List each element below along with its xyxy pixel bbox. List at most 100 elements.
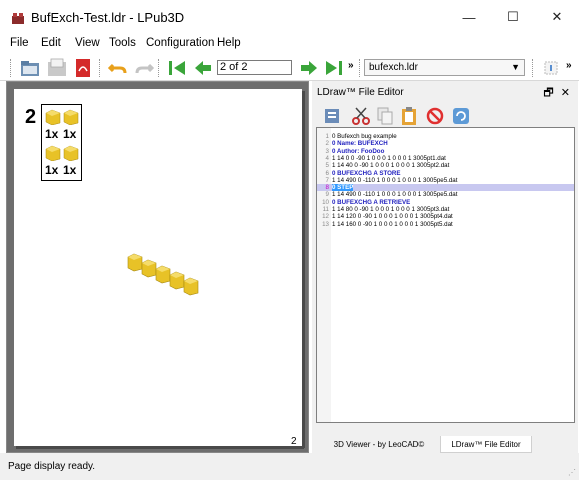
editor-line[interactable]: 10 0 BUFEXCHG A RETRIEVE <box>317 199 574 206</box>
copy-icon[interactable] <box>375 106 395 126</box>
instruction-page: 2 1x 1x 1x 1x 2 <box>14 89 302 447</box>
refresh-icon[interactable] <box>451 106 471 126</box>
line-number: 6 <box>325 169 329 177</box>
page-number-input[interactable]: 2 of 2 <box>217 60 292 75</box>
page-shadow <box>16 446 304 449</box>
menu-tools[interactable]: Tools <box>109 37 136 49</box>
line-number: 5 <box>325 162 329 170</box>
line-number: 13 <box>322 220 329 228</box>
line-text: 0 Bufexch bug example <box>332 133 397 140</box>
parts-list-box[interactable]: 1x 1x 1x 1x <box>41 104 82 181</box>
editor-toolbar <box>312 103 578 129</box>
part-quantity: 1x <box>63 163 77 177</box>
line-text: 1 14 490 0 -110 1 0 0 0 1 0 0 0 1 3005pe… <box>332 176 458 184</box>
first-page-icon[interactable] <box>166 57 188 79</box>
close-dock-icon[interactable]: ✕ <box>561 87 570 99</box>
resize-grip-icon[interactable]: ⋰ <box>568 468 576 477</box>
line-text: 0 BUFEXCHG A STORE <box>332 169 401 177</box>
line-text: 1 14 120 0 -90 1 0 0 0 1 0 0 0 1 3005pt4… <box>332 213 453 221</box>
selected-text: 0 STEP <box>332 184 354 192</box>
delete-icon[interactable] <box>425 106 445 126</box>
line-text: 1 14 160 0 -90 1 0 0 0 1 0 0 0 1 3005pt5… <box>332 220 453 228</box>
menu-file[interactable]: File <box>10 37 29 49</box>
line-number: 7 <box>325 176 329 184</box>
toolbar-separator <box>532 59 533 77</box>
brick-part-icon <box>45 109 79 125</box>
menu-configuration[interactable]: Configuration <box>146 37 214 49</box>
line-number: 1 <box>325 133 329 140</box>
close-button[interactable]: ✕ <box>535 4 579 30</box>
page-shadow <box>302 91 305 448</box>
save-icon[interactable] <box>46 57 68 79</box>
zoom-extents-icon[interactable] <box>540 57 562 79</box>
editor-line[interactable]: 13 1 14 160 0 -90 1 0 0 0 1 0 0 0 1 3005p… <box>317 221 574 228</box>
ldraw-text-editor[interactable]: 10 Bufexch bug example 20 Name: BUFEXCH … <box>316 127 575 423</box>
editor-line-current[interactable]: 80 STEP <box>317 184 574 192</box>
line-number: 2 <box>325 140 329 148</box>
toolbar-overflow-chevron-right[interactable]: » <box>566 60 572 71</box>
editor-line[interactable]: 12 1 14 120 0 -90 1 0 0 0 1 0 0 0 1 3005p… <box>317 213 574 220</box>
toolbar-separator <box>10 59 11 77</box>
previous-page-icon[interactable] <box>192 57 214 79</box>
brick-part-icon <box>45 145 79 161</box>
ldraw-editor-dock: LDraw™ File Editor 🗗 ✕ 10 Bufexch bug ex… <box>312 81 578 453</box>
line-text: 0 BUFEXCHG A RETRIEVE <box>332 198 411 206</box>
editor-line[interactable]: 71 14 490 0 -110 1 0 0 0 1 0 0 0 1 3005p… <box>317 177 574 184</box>
tab-3d-viewer[interactable]: 3D Viewer - by LeoCAD© <box>318 436 440 453</box>
dock-title: LDraw™ File Editor <box>317 87 404 98</box>
editor-line[interactable]: 91 14 490 0 -110 1 0 0 0 1 0 0 0 1 3005p… <box>317 191 574 198</box>
line-number: 10 <box>322 198 329 206</box>
editor-line[interactable]: 10 Bufexch bug example <box>317 133 574 140</box>
line-text: 1 14 0 0 -90 1 0 0 0 1 0 0 0 1 3005pt1.d… <box>332 154 446 162</box>
title-bar: BufExch-Test.ldr - LPub3D — ☐ ✕ <box>0 0 579 34</box>
undo-icon[interactable] <box>107 57 129 79</box>
page-view-pane[interactable]: 2 1x 1x 1x 1x 2 <box>6 81 309 453</box>
toolbar-separator <box>158 59 159 77</box>
redo-icon[interactable] <box>133 57 155 79</box>
toolbar-overflow-chevron[interactable]: » <box>348 60 354 71</box>
line-number: 9 <box>325 191 329 199</box>
submodel-select-value: bufexch.ldr <box>369 62 418 73</box>
menu-edit[interactable]: Edit <box>41 37 61 49</box>
toolbar-separator <box>99 59 100 77</box>
menu-bar: File Edit View Tools Configuration Help <box>0 34 579 54</box>
chevron-down-icon: ▼ <box>511 62 520 72</box>
toolbar-separator <box>359 59 360 77</box>
lpub3d-app-icon <box>12 13 24 24</box>
export-pdf-icon[interactable] <box>72 57 94 79</box>
float-dock-icon[interactable]: 🗗 <box>543 87 553 99</box>
next-page-icon[interactable] <box>298 57 320 79</box>
editor-line[interactable]: 51 14 40 0 -90 1 0 0 0 1 0 0 0 1 3005pt2… <box>317 162 574 169</box>
dock-controls: 🗗 ✕ <box>543 84 570 103</box>
cut-icon[interactable] <box>351 106 371 126</box>
dock-tab-bar: 3D Viewer - by LeoCAD© LDraw™ File Edito… <box>312 436 578 453</box>
editor-line[interactable]: 41 14 0 0 -90 1 0 0 0 1 0 0 0 1 3005pt1.… <box>317 155 574 162</box>
line-text: 1 14 40 0 -90 1 0 0 0 1 0 0 0 1 3005pt2.… <box>332 162 450 170</box>
step-number[interactable]: 2 <box>25 106 36 129</box>
menu-view[interactable]: View <box>75 37 100 49</box>
editor-line[interactable]: 30 Author: FooDoo <box>317 148 574 155</box>
minimize-button[interactable]: — <box>447 4 491 30</box>
open-folder-icon[interactable] <box>19 57 41 79</box>
editor-line[interactable]: 60 BUFEXCHG A STORE <box>317 170 574 177</box>
submodel-select[interactable]: bufexch.ldr ▼ <box>364 59 525 76</box>
editor-save-icon[interactable] <box>322 106 342 126</box>
maximize-button[interactable]: ☐ <box>491 4 535 30</box>
tab-ldraw-file-editor[interactable]: LDraw™ File Editor <box>440 436 532 453</box>
part-quantity: 1x <box>45 163 59 177</box>
line-number: 11 <box>322 206 329 213</box>
editor-line[interactable]: 20 Name: BUFEXCH <box>317 140 574 147</box>
status-message: Page display ready. <box>8 461 96 472</box>
assembly-model-image[interactable] <box>126 249 206 297</box>
line-number: 3 <box>325 147 329 155</box>
line-number: 12 <box>322 213 329 221</box>
editor-line[interactable]: 11 1 14 80 0 -90 1 0 0 0 1 0 0 0 1 3005pt… <box>317 206 574 213</box>
menu-help[interactable]: Help <box>217 37 241 49</box>
page-number-label: 2 <box>291 436 297 447</box>
last-page-icon[interactable] <box>323 57 345 79</box>
line-text: 1 14 490 0 -110 1 0 0 0 1 0 0 0 1 3005pe… <box>332 191 458 199</box>
line-text: 0 Author: FooDoo <box>332 147 385 155</box>
window-title: BufExch-Test.ldr - LPub3D <box>31 10 185 25</box>
paste-icon[interactable] <box>399 106 419 126</box>
status-bar: Page display ready. ⋰ <box>0 453 579 480</box>
